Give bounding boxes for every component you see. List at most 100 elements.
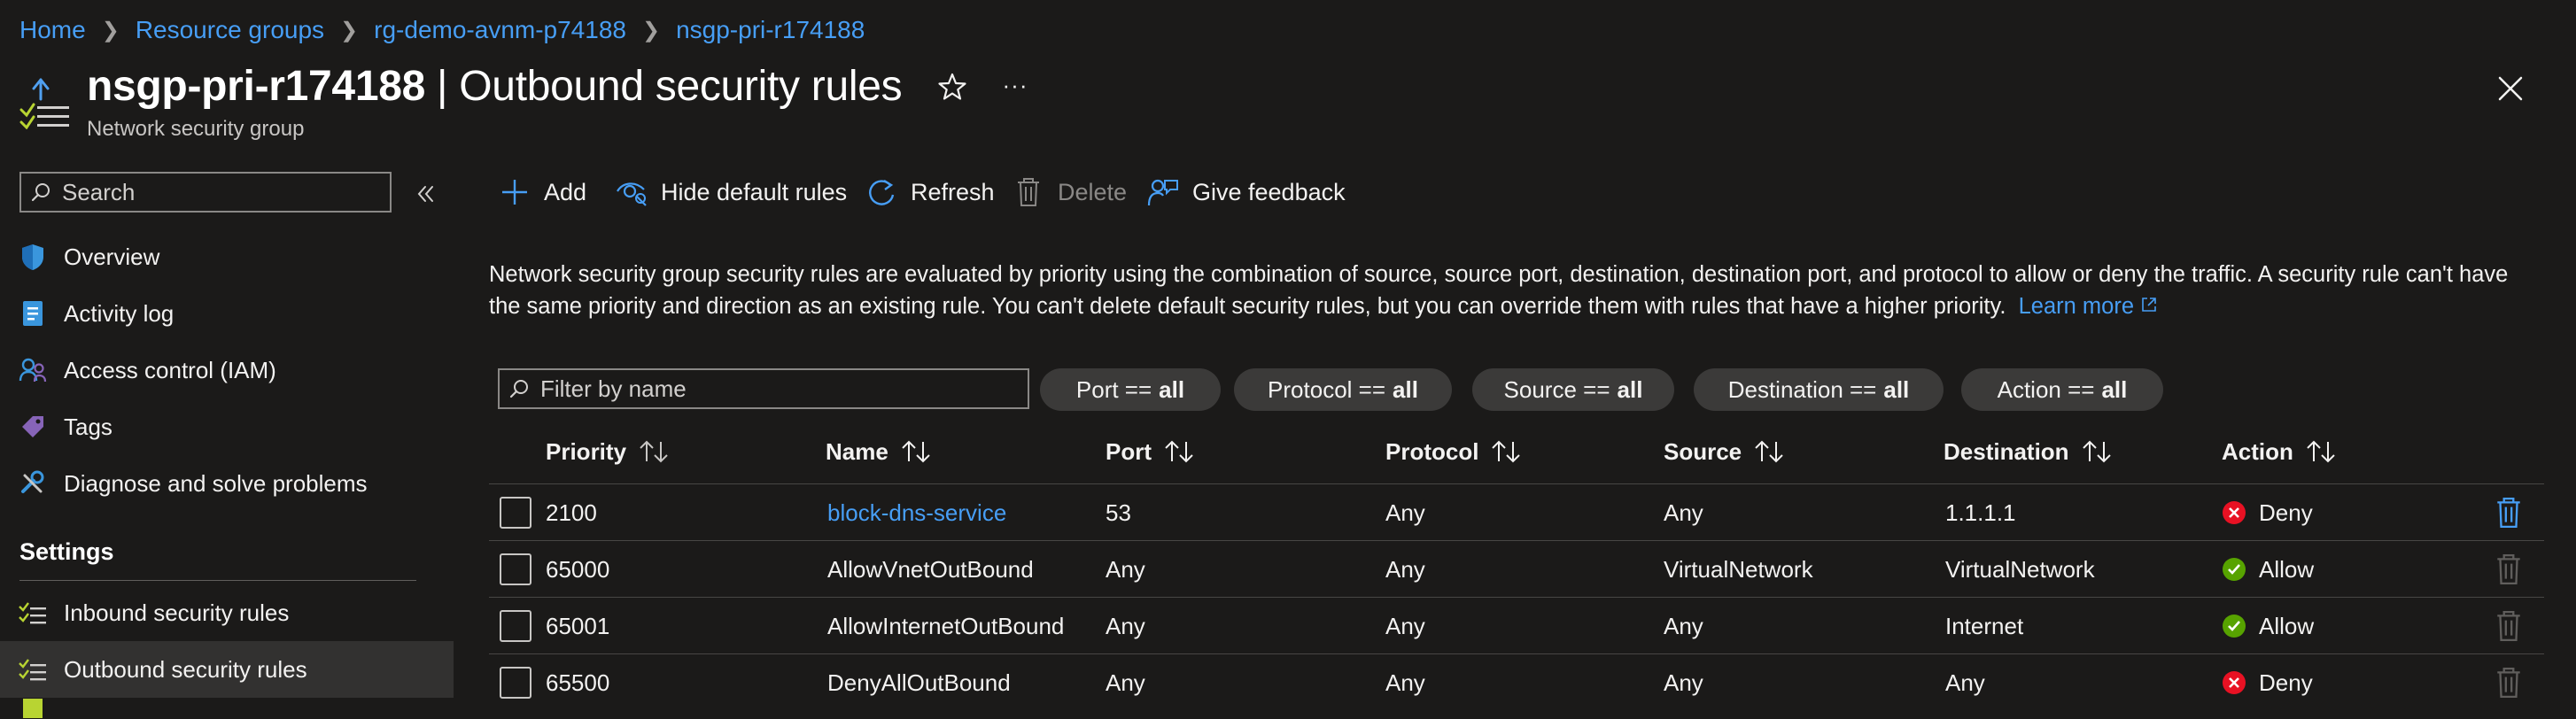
breadcrumb-resource-groups[interactable]: Resource groups (136, 16, 324, 44)
column-header-action[interactable]: Action (2222, 432, 2336, 471)
chevron-right-icon: ❯ (101, 18, 120, 43)
plus-icon (498, 175, 531, 209)
sort-icon (1755, 440, 1783, 463)
star-icon[interactable] (935, 69, 970, 104)
deny-icon (2223, 501, 2246, 524)
outbound-rules-icon (19, 78, 69, 129)
sidebar-item-partial[interactable] (0, 698, 454, 719)
cell-protocol: Any (1385, 499, 1425, 526)
pill-value: all (1883, 375, 1910, 403)
sidebar-item-activity-log[interactable]: Activity log (0, 285, 454, 342)
filter-pill-protocol[interactable]: Protocol == all (1234, 368, 1452, 411)
filter-pill-destination[interactable]: Destination == all (1694, 368, 1944, 411)
delete-button[interactable]: Delete (1012, 172, 1127, 213)
row-checkbox[interactable] (500, 610, 531, 642)
inbound-rules-icon (18, 598, 48, 628)
pill-value: all (1159, 375, 1185, 403)
allow-icon (2223, 558, 2246, 581)
refresh-icon (865, 175, 898, 209)
cell-action: Deny (2222, 484, 2313, 541)
cell-priority: 65001 (546, 612, 610, 639)
sidebar-item-overview[interactable]: Overview (0, 228, 454, 285)
close-icon[interactable] (2493, 71, 2528, 106)
sidebar-item-outbound-rules[interactable]: Outbound security rules (0, 641, 454, 698)
column-header-name[interactable]: Name (826, 432, 931, 471)
breadcrumb: Home ❯ Resource groups ❯ rg-demo-avnm-p7… (19, 12, 865, 48)
action-label: Deny (2259, 669, 2313, 696)
column-label: Protocol (1385, 437, 1479, 465)
sidebar-item-inbound-rules[interactable]: Inbound security rules (0, 584, 454, 641)
sidebar-item-tags[interactable]: Tags (0, 398, 454, 455)
sort-icon (1492, 440, 1521, 463)
column-header-destination[interactable]: Destination (1944, 432, 2112, 471)
sidebar-item-diagnose[interactable]: Diagnose and solve problems (0, 455, 454, 512)
pill-label: Source == (1503, 375, 1610, 403)
filter-pill-action[interactable]: Action == all (1961, 368, 2163, 411)
sidebar-item-iam[interactable]: Access control (IAM) (0, 342, 454, 398)
learn-more-link[interactable]: Learn more (2019, 294, 2159, 319)
action-label: Allow (2259, 555, 2315, 583)
cell-port: Any (1106, 669, 1145, 696)
row-checkbox[interactable] (500, 667, 531, 699)
learn-more-label: Learn more (2018, 294, 2134, 319)
table-row[interactable]: 65000 AllowVnetOutBound Any Any VirtualN… (489, 540, 2544, 597)
table-row[interactable]: 65001 AllowInternetOutBound Any Any Any … (489, 597, 2544, 653)
breadcrumb-nsg[interactable]: nsgp-pri-r174188 (676, 16, 865, 44)
delete-rule-icon[interactable] (2493, 497, 2525, 529)
deny-icon (2223, 671, 2246, 694)
sidebar-item-label: Diagnose and solve problems (64, 469, 368, 497)
give-feedback-button[interactable]: Give feedback (1146, 172, 1346, 213)
row-checkbox[interactable] (500, 553, 531, 585)
cell-destination: 1.1.1.1 (1945, 499, 2016, 526)
more-options-button[interactable]: ··· (996, 69, 1035, 104)
collapse-sidebar-icon[interactable] (413, 181, 439, 207)
pill-value: all (1393, 375, 1418, 403)
breadcrumb-resource-group[interactable]: rg-demo-avnm-p74188 (374, 16, 626, 44)
table-row[interactable]: 2100 block-dns-service 53 Any Any 1.1.1.… (489, 483, 2544, 540)
column-header-priority[interactable]: Priority (546, 432, 669, 471)
sidebar-search-input[interactable] (60, 177, 379, 207)
pill-value: all (1617, 375, 1643, 403)
sort-icon (1165, 440, 1193, 463)
filter-by-name-input[interactable] (539, 374, 1008, 404)
blade-name: Outbound security rules (459, 63, 903, 110)
cell-source: VirtualNetwork (1664, 555, 1813, 583)
pill-label: Destination == (1727, 375, 1877, 403)
cell-port: 53 (1106, 499, 1131, 526)
column-header-protocol[interactable]: Protocol (1385, 432, 1521, 471)
refresh-button-label: Refresh (911, 178, 995, 205)
sort-icon (2307, 440, 2335, 463)
filter-by-name[interactable] (498, 368, 1029, 409)
filter-pill-port[interactable]: Port == all (1040, 368, 1221, 411)
cell-protocol: Any (1385, 669, 1425, 696)
column-label: Source (1664, 437, 1742, 465)
delete-rule-icon (2497, 610, 2520, 642)
cell-destination: Internet (1945, 612, 2024, 639)
refresh-button[interactable]: Refresh (865, 172, 995, 213)
breadcrumb-home[interactable]: Home (19, 16, 86, 44)
rules-description: Network security group security rules ar… (489, 259, 2526, 322)
add-button[interactable]: Add (498, 172, 586, 213)
hide-default-rules-button[interactable]: Hide default rules (615, 172, 847, 213)
row-checkbox[interactable] (500, 497, 531, 529)
column-label: Action (2222, 437, 2293, 465)
page-title: nsgp-pri-r174188 | Outbound security rul… (87, 62, 903, 111)
delete-rule-icon (2497, 553, 2520, 585)
sidebar-divider (19, 580, 416, 581)
sidebar-search[interactable] (19, 172, 392, 213)
outbound-rules-icon (18, 654, 48, 684)
rule-name-link[interactable]: block-dns-service (827, 499, 1006, 527)
search-icon (31, 183, 50, 202)
sidebar-item-label: Outbound security rules (64, 655, 307, 683)
cell-priority: 65500 (546, 669, 610, 696)
pill-label: Action == (1997, 375, 2095, 403)
pill-label: Protocol == (1268, 375, 1386, 403)
sidebar-item-label: Tags (64, 413, 113, 440)
column-header-port[interactable]: Port (1106, 432, 1194, 471)
filter-pill-source[interactable]: Source == all (1472, 368, 1674, 411)
sidebar-item-label: Access control (IAM) (64, 356, 276, 383)
cell-name: DenyAllOutBound (827, 669, 1011, 696)
give-feedback-label: Give feedback (1192, 178, 1346, 205)
table-row[interactable]: 65500 DenyAllOutBound Any Any Any Any De… (489, 653, 2544, 710)
column-header-source[interactable]: Source (1664, 432, 1784, 471)
